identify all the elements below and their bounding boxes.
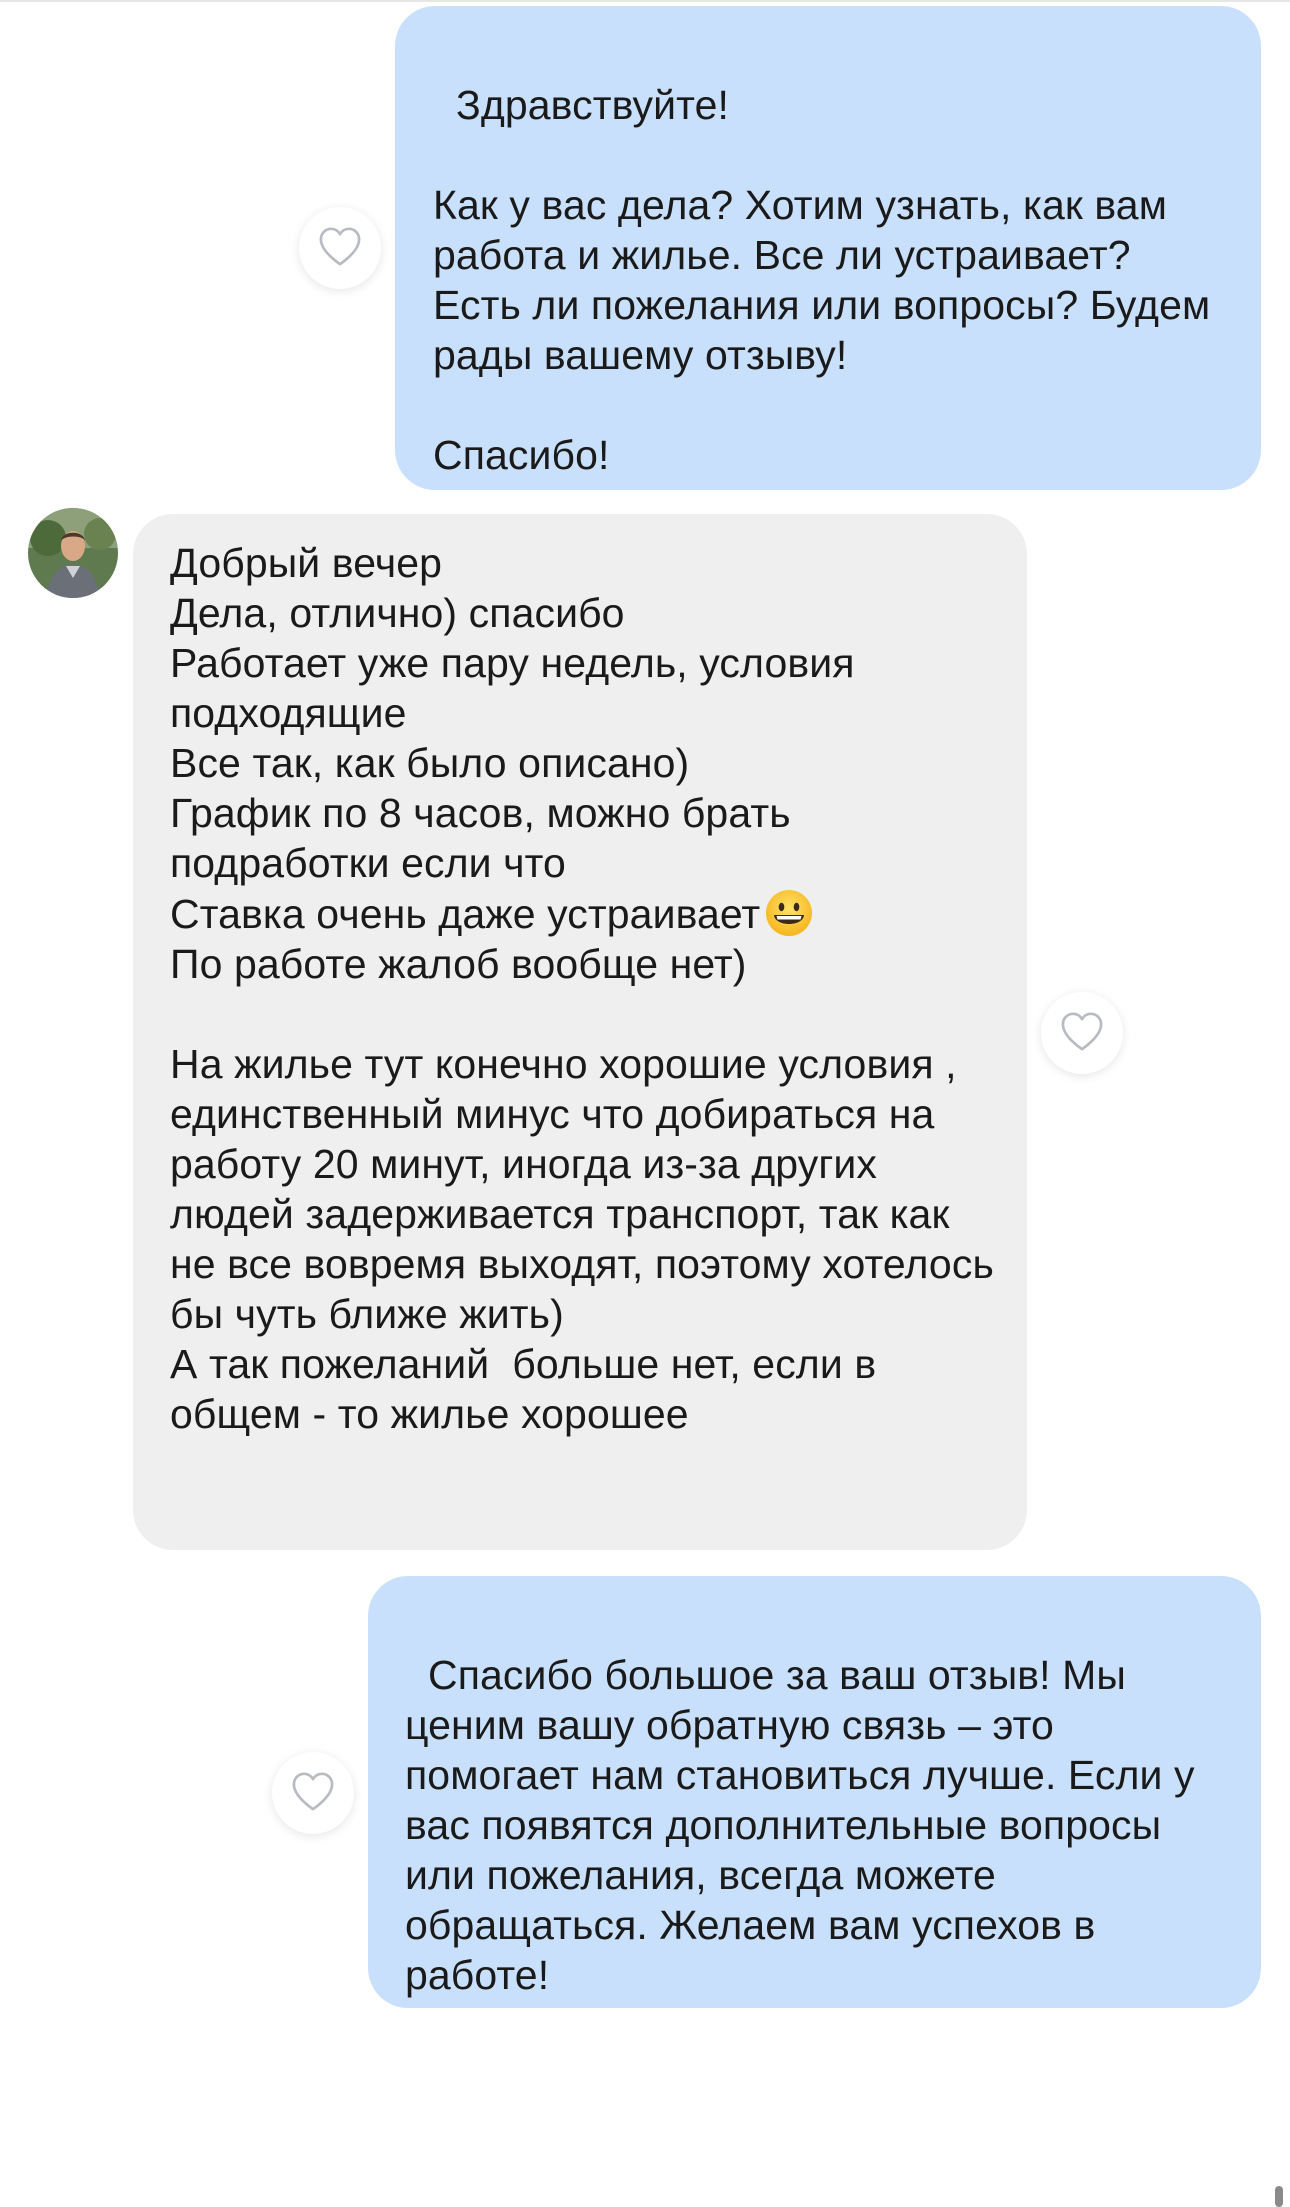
outgoing-message-bubble[interactable]: Спасибо большое за ваш отзыв! Мы ценим в… <box>368 1576 1261 2008</box>
top-divider <box>0 0 1290 2</box>
heart-outline-icon <box>317 225 363 272</box>
message-text-continued: По работе жалоб вообще нет) На жилье тут… <box>170 941 994 1437</box>
like-button[interactable] <box>272 1752 354 1834</box>
incoming-message-bubble[interactable]: Добрый вечер Дела, отлично) спасибо Рабо… <box>133 514 1027 1550</box>
like-button[interactable] <box>299 207 381 289</box>
message-text: Добрый вечер Дела, отлично) спасибо Рабо… <box>170 540 855 937</box>
heart-outline-icon <box>1059 1010 1105 1057</box>
scrollbar-thumb[interactable] <box>1275 2186 1283 2207</box>
grinning-face-emoji-icon <box>764 888 814 938</box>
heart-outline-icon <box>290 1770 336 1817</box>
message-text: Спасибо большое за ваш отзыв! Мы ценим в… <box>405 1652 1207 1998</box>
user-avatar[interactable] <box>28 508 118 598</box>
like-button[interactable] <box>1041 992 1123 1074</box>
message-text: Здравствуйте! Как у вас дела? Хотим узна… <box>433 82 1211 478</box>
outgoing-message-bubble[interactable]: Здравствуйте! Как у вас дела? Хотим узна… <box>395 6 1261 490</box>
